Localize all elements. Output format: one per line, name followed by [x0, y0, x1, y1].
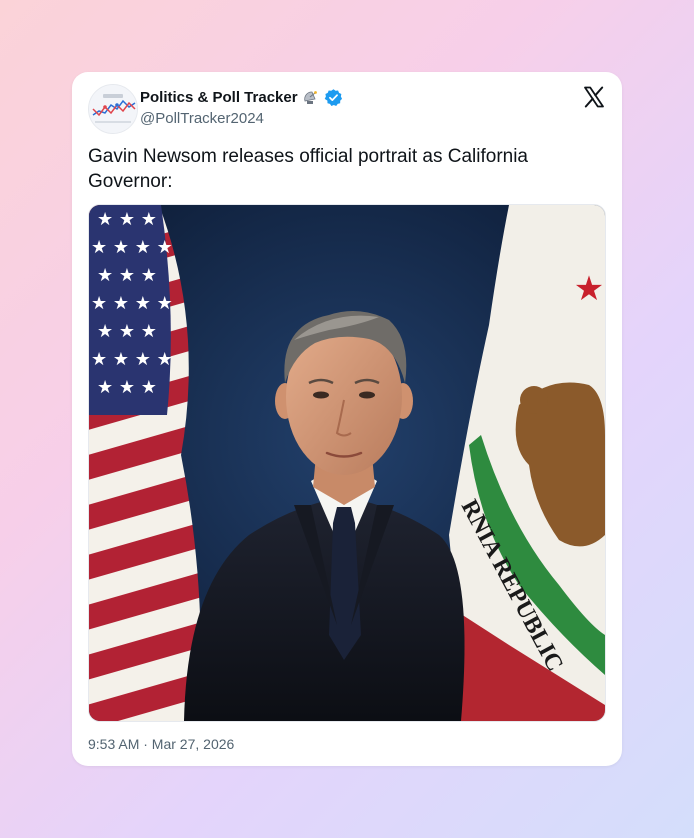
avatar-chart-icon: [89, 85, 137, 133]
svg-text:★ ★ ★ ★: ★ ★ ★ ★: [91, 349, 173, 370]
post-timestamp[interactable]: 9:53 AM · Mar 27, 2026: [88, 736, 234, 752]
verified-badge-icon: [324, 88, 343, 107]
portrait-image: ★ ★ ★ ★ ★ ★ ★ ★ ★ ★ ★ ★ ★ ★ ★ ★ ★ ★ ★ ★ …: [89, 205, 605, 721]
svg-text:★ ★ ★: ★ ★ ★: [97, 321, 157, 342]
svg-text:★ ★ ★: ★ ★ ★: [97, 265, 157, 286]
svg-text:★ ★ ★: ★ ★ ★: [97, 377, 157, 398]
red-star-icon: ★: [574, 269, 604, 309]
satellite-dish-icon: [302, 89, 320, 107]
post-image[interactable]: ★ ★ ★ ★ ★ ★ ★ ★ ★ ★ ★ ★ ★ ★ ★ ★ ★ ★ ★ ★ …: [88, 204, 606, 722]
x-logo-icon[interactable]: [582, 85, 606, 109]
post-text: Gavin Newsom releases official portrait …: [88, 146, 528, 192]
svg-text:★ ★ ★ ★: ★ ★ ★ ★: [91, 237, 173, 258]
avatar[interactable]: [88, 84, 138, 134]
svg-text:★ ★ ★: ★ ★ ★: [97, 209, 157, 230]
post-card: Politics & Poll Tracker @PollTracker2024…: [72, 72, 622, 766]
account-name-row: Politics & Poll Tracker: [140, 88, 343, 107]
display-name[interactable]: Politics & Poll Tracker: [140, 89, 298, 106]
svg-text:★ ★ ★ ★: ★ ★ ★ ★: [91, 293, 173, 314]
account-handle[interactable]: @PollTracker2024: [140, 110, 264, 127]
